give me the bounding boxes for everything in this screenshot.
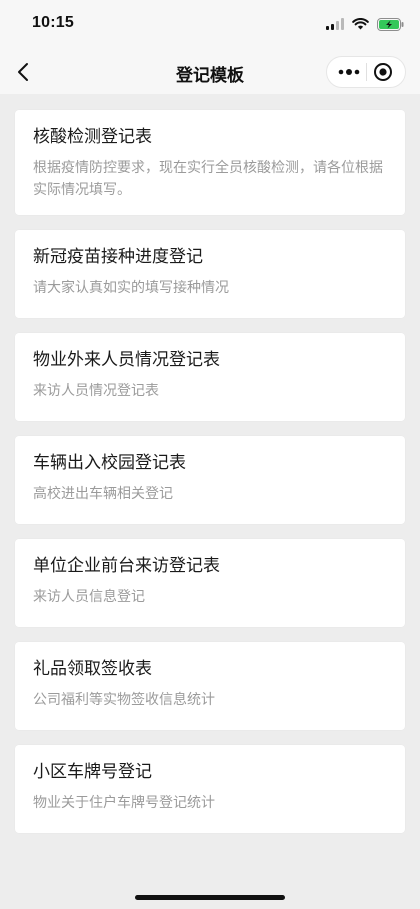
status-bar: 10:15 [0,0,420,50]
cellular-signal-icon [326,18,344,30]
template-description: 高校进出车辆相关登记 [33,486,173,502]
status-icons [326,15,404,33]
template-card[interactable]: 物业外来人员情况登记表 来访人员情况登记表 [15,333,405,421]
template-card[interactable]: 核酸检测登记表 根据疫情防控要求，现在实行全员核酸检测，请各位根据实际情况填写。 [15,110,405,215]
template-list: 核酸检测登记表 根据疫情防控要求，现在实行全员核酸检测，请各位根据实际情况填写。… [15,110,405,848]
template-description: 请大家认真如实的填写接种情况 [33,280,229,296]
template-card[interactable]: 礼品领取签收表 公司福利等实物签收信息统计 [15,642,405,730]
template-title: 礼品领取签收表 [33,659,152,679]
template-description: 来访人员情况登记表 [33,383,159,399]
capsule-menu [326,56,406,88]
battery-charging-icon [377,17,404,31]
template-title: 核酸检测登记表 [33,127,152,147]
more-button[interactable] [335,60,363,84]
template-title: 新冠疫苗接种进度登记 [33,247,203,267]
home-indicator[interactable] [135,895,285,900]
template-title: 单位企业前台来访登记表 [33,556,220,576]
template-description: 物业关于住户车牌号登记统计 [33,795,215,811]
template-title: 车辆出入校园登记表 [33,453,186,473]
template-card[interactable]: 单位企业前台来访登记表 来访人员信息登记 [15,539,405,627]
template-title: 小区车牌号登记 [33,762,152,782]
wifi-icon [352,18,369,30]
target-close-icon [374,63,392,81]
status-time: 10:15 [32,14,74,31]
template-description: 来访人员信息登记 [33,589,145,605]
close-button[interactable] [369,60,397,84]
template-card[interactable]: 新冠疫苗接种进度登记 请大家认真如实的填写接种情况 [15,230,405,318]
capsule-divider [365,63,367,81]
template-card[interactable]: 小区车牌号登记 物业关于住户车牌号登记统计 [15,745,405,833]
more-dots-icon [338,69,360,75]
template-description: 公司福利等实物签收信息统计 [33,692,215,708]
template-card[interactable]: 车辆出入校园登记表 高校进出车辆相关登记 [15,436,405,524]
template-description: 根据疫情防控要求，现在实行全员核酸检测，请各位根据实际情况填写。 [33,160,383,198]
template-title: 物业外来人员情况登记表 [33,350,220,370]
navigation-bar: 登记模板 [0,50,420,94]
